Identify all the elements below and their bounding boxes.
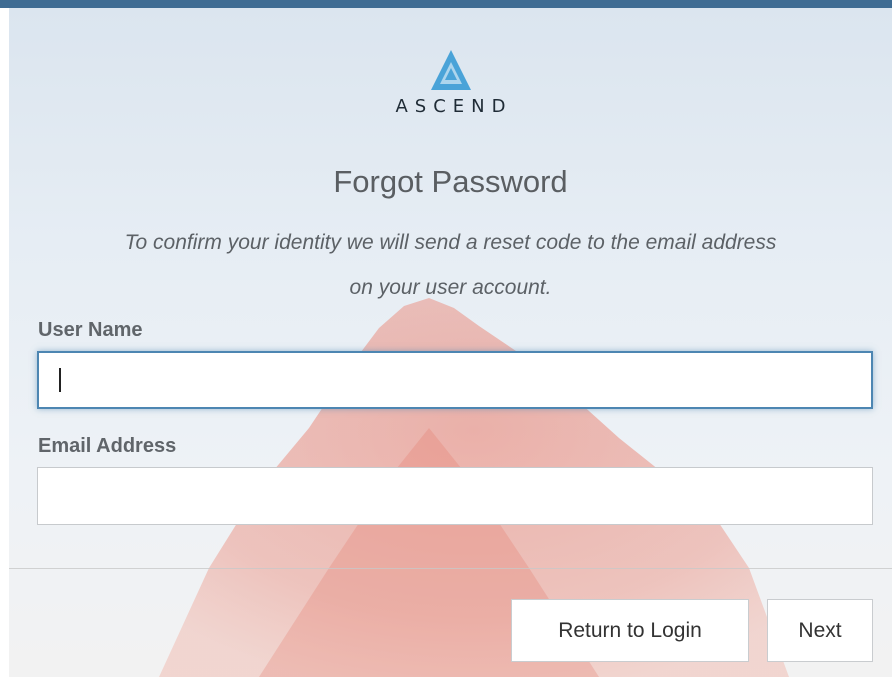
instructions-line-1: To confirm your identity we will send a … [124, 231, 777, 254]
next-button[interactable]: Next [767, 599, 873, 662]
instructions-line-2: on your user account. [349, 276, 552, 299]
page-title: Forgot Password [333, 164, 568, 199]
email-label: Email Address [38, 435, 177, 457]
forgot-password-panel: ASCEND Forgot Password To confirm your i… [9, 8, 892, 677]
return-to-login-button[interactable]: Return to Login [511, 599, 749, 662]
form-divider [9, 568, 892, 569]
ascend-logo: ASCEND [9, 48, 892, 117]
email-input[interactable] [37, 467, 873, 525]
mountain-logo-icon [430, 50, 471, 90]
logo-text: ASCEND [395, 96, 513, 117]
username-input[interactable] [37, 351, 873, 409]
top-accent-bar [0, 0, 892, 8]
instructions-text: To confirm your identity we will send a … [9, 220, 892, 310]
text-cursor [59, 368, 61, 392]
username-label: User Name [38, 319, 143, 341]
